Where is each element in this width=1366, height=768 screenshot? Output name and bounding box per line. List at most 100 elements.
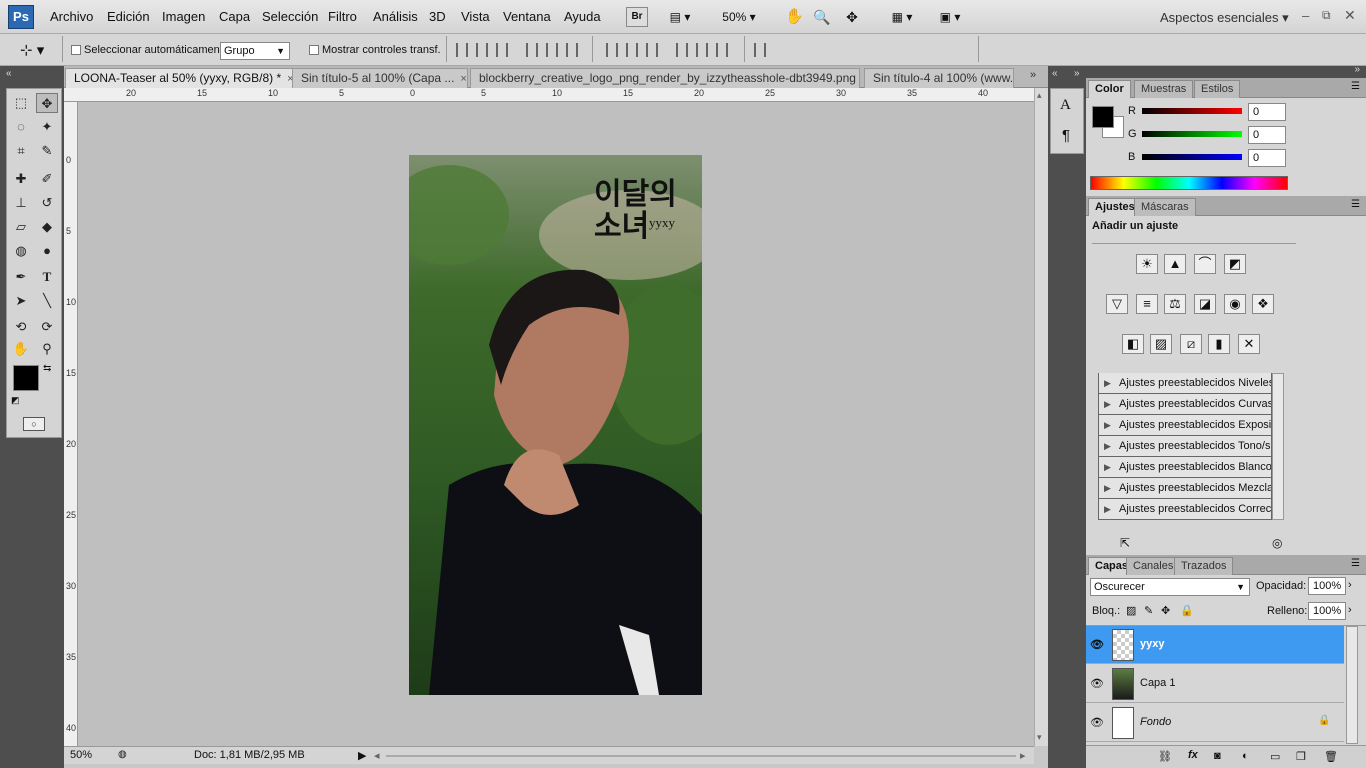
marquee-tool-icon[interactable]: ⬚ bbox=[10, 93, 32, 113]
line-tool-icon[interactable]: ╲ bbox=[36, 291, 58, 311]
distribute-vcenter-icon[interactable] bbox=[626, 43, 638, 57]
levels-icon[interactable]: ▲ bbox=[1164, 254, 1186, 274]
status-menu-arrow-icon[interactable]: ▶ bbox=[358, 749, 366, 762]
collapse-right-icon[interactable]: » bbox=[1354, 64, 1360, 75]
posterize-icon[interactable]: ▨ bbox=[1150, 334, 1172, 354]
type-tool-icon[interactable]: T bbox=[36, 267, 58, 287]
rotate-view-icon[interactable]: ✥ bbox=[842, 7, 862, 27]
vertical-scrollbar[interactable]: ▴ ▾ bbox=[1034, 88, 1048, 746]
clip-to-layer-icon[interactable]: ◎ bbox=[1272, 536, 1282, 550]
fill-slider-arrow-icon[interactable]: › bbox=[1348, 604, 1352, 616]
workspace-switcher[interactable]: Aspectos esenciales ▾ bbox=[1160, 10, 1289, 26]
tab-sin-titulo-5[interactable]: Sin título-5 al 100% (Capa ... × bbox=[292, 68, 468, 88]
panel-menu-icon[interactable]: ☰ bbox=[1351, 81, 1360, 92]
menu-vista[interactable]: Vista bbox=[461, 9, 490, 24]
menu-imagen[interactable]: Imagen bbox=[162, 9, 205, 24]
channel-mixer-icon[interactable]: ❖ bbox=[1252, 294, 1274, 314]
3d-orbit-tool-icon[interactable]: ⟳ bbox=[36, 317, 58, 337]
red-slider[interactable] bbox=[1142, 108, 1242, 114]
eraser-tool-icon[interactable]: ▱ bbox=[10, 217, 32, 237]
tab-canales[interactable]: Canales bbox=[1126, 557, 1181, 575]
collapse-panels-icon[interactable]: » bbox=[1074, 68, 1080, 79]
selective-color-icon[interactable]: ✕ bbox=[1238, 334, 1260, 354]
menu-filtro[interactable]: Filtro bbox=[328, 9, 357, 24]
color-ramp[interactable] bbox=[1090, 176, 1288, 190]
hue-saturation-icon[interactable]: ≡ bbox=[1136, 294, 1158, 314]
tab-muestras[interactable]: Muestras bbox=[1134, 80, 1194, 98]
brush-tool-icon[interactable]: ✐ bbox=[36, 169, 58, 189]
scroll-up-icon[interactable]: ▴ bbox=[1037, 90, 1042, 101]
preset-mezclador[interactable]: Ajustes preestablecidos Mezclad... bbox=[1098, 478, 1272, 499]
default-colors-icon[interactable]: ◩ bbox=[11, 395, 20, 406]
tab-sin-titulo-4[interactable]: Sin título-4 al 100% (www... bbox=[864, 68, 1014, 88]
panel-menu-icon[interactable]: ☰ bbox=[1351, 199, 1360, 210]
3d-rotate-tool-icon[interactable]: ⟲ bbox=[10, 317, 32, 337]
distribute-bottom-icon[interactable] bbox=[646, 43, 658, 57]
align-hcenter-icon[interactable] bbox=[546, 43, 558, 57]
distribute-top-icon[interactable] bbox=[606, 43, 618, 57]
fg-color-chip[interactable] bbox=[1092, 106, 1114, 128]
layer-row-capa1[interactable]: 👁 Capa 1 bbox=[1086, 665, 1344, 703]
align-left-icon[interactable] bbox=[526, 43, 538, 57]
return-to-list-icon[interactable]: ⇱ bbox=[1120, 536, 1130, 550]
scroll-right-icon[interactable]: ▸ bbox=[1020, 749, 1026, 762]
expand-panels-icon[interactable]: « bbox=[1052, 68, 1058, 79]
tab-blockberry-logo[interactable]: blockberry_creative_logo_png_render_by_i… bbox=[470, 68, 860, 88]
zoom-dropdown[interactable]: 50% ▾ bbox=[716, 7, 762, 27]
align-top-icon[interactable] bbox=[456, 43, 468, 57]
opacity-slider-arrow-icon[interactable]: › bbox=[1348, 579, 1352, 591]
tab-trazados[interactable]: Trazados bbox=[1174, 557, 1234, 575]
restore-icon[interactable]: ⧉ bbox=[1322, 8, 1331, 23]
menu-3d[interactable]: 3D bbox=[429, 9, 446, 24]
green-value-field[interactable]: 0 bbox=[1248, 126, 1286, 144]
preset-exposicion[interactable]: Ajustes preestablecidos Exposici... bbox=[1098, 415, 1272, 436]
delete-layer-icon[interactable]: 🗑 bbox=[1324, 750, 1338, 763]
close-tab-icon[interactable]: × bbox=[460, 73, 466, 85]
layer-name[interactable]: yyxy bbox=[1140, 638, 1164, 650]
close-window-icon[interactable]: ✕ bbox=[1344, 7, 1356, 24]
hand-tool-icon[interactable]: ✋ bbox=[10, 339, 32, 359]
opacity-field[interactable]: 100% bbox=[1308, 577, 1346, 595]
view-extras-button[interactable]: ▤ ▾ bbox=[662, 7, 698, 27]
threshold-icon[interactable]: ⧄ bbox=[1180, 334, 1202, 354]
zoom-tool-icon[interactable]: ⚲ bbox=[36, 339, 58, 359]
horizontal-scrollbar[interactable] bbox=[386, 755, 1016, 757]
lock-pixels-icon[interactable]: ✎ bbox=[1144, 604, 1153, 617]
document-image[interactable]: 이달의 소녀 yyxy bbox=[409, 155, 702, 695]
lock-transparency-icon[interactable]: ▨ bbox=[1126, 604, 1136, 617]
red-value-field[interactable]: 0 bbox=[1248, 103, 1286, 121]
visibility-eye-icon[interactable]: 👁 bbox=[1090, 677, 1104, 691]
black-white-icon[interactable]: ◪ bbox=[1194, 294, 1216, 314]
move-tool-icon[interactable]: ✥ bbox=[36, 93, 58, 113]
preset-correccion[interactable]: Ajustes preestablecidos Correcci... bbox=[1098, 499, 1272, 520]
paint-bucket-tool-icon[interactable]: ◆ bbox=[36, 217, 58, 237]
curves-icon[interactable]: ⌒ bbox=[1194, 254, 1216, 274]
collapse-tools-icon[interactable]: « bbox=[6, 68, 12, 79]
show-transform-controls-checkbox[interactable] bbox=[309, 45, 319, 55]
lasso-tool-icon[interactable]: ◌ bbox=[10, 117, 32, 137]
blend-mode-dropdown[interactable]: Oscurecer ▼ bbox=[1090, 578, 1250, 596]
crop-tool-icon[interactable]: ⌗ bbox=[10, 141, 32, 161]
swap-colors-icon[interactable]: ⇆ bbox=[43, 363, 51, 374]
brightness-contrast-icon[interactable]: ☀ bbox=[1136, 254, 1158, 274]
menu-edicion[interactable]: Edición bbox=[107, 9, 150, 24]
arrange-documents-button[interactable]: ▦ ▾ bbox=[884, 7, 920, 27]
history-brush-tool-icon[interactable]: ↺ bbox=[36, 193, 58, 213]
fill-field[interactable]: 100% bbox=[1308, 602, 1346, 620]
preset-curvas[interactable]: Ajustes preestablecidos Curvas bbox=[1098, 394, 1272, 415]
eyedropper-tool-icon[interactable]: ✎ bbox=[36, 141, 58, 161]
photo-filter-icon[interactable]: ◉ bbox=[1224, 294, 1246, 314]
layer-name[interactable]: Capa 1 bbox=[1140, 677, 1175, 689]
auto-select-dropdown[interactable]: Grupo ▼ bbox=[220, 42, 290, 60]
menu-capa[interactable]: Capa bbox=[219, 9, 250, 24]
presets-scrollbar[interactable] bbox=[1272, 373, 1284, 520]
layers-scrollbar[interactable] bbox=[1346, 626, 1358, 744]
layer-row-yyxy[interactable]: 👁 yyxy bbox=[1086, 626, 1344, 664]
status-icon[interactable]: ◍ bbox=[118, 749, 127, 760]
blue-slider[interactable] bbox=[1142, 154, 1242, 160]
distribute-right-icon[interactable] bbox=[716, 43, 728, 57]
paragraph-panel-icon[interactable]: ¶ bbox=[1062, 127, 1070, 144]
add-mask-icon[interactable]: ◙ bbox=[1214, 750, 1221, 762]
blur-tool-icon[interactable]: ◍ bbox=[10, 241, 32, 261]
clone-stamp-tool-icon[interactable]: ⊥ bbox=[10, 193, 32, 213]
